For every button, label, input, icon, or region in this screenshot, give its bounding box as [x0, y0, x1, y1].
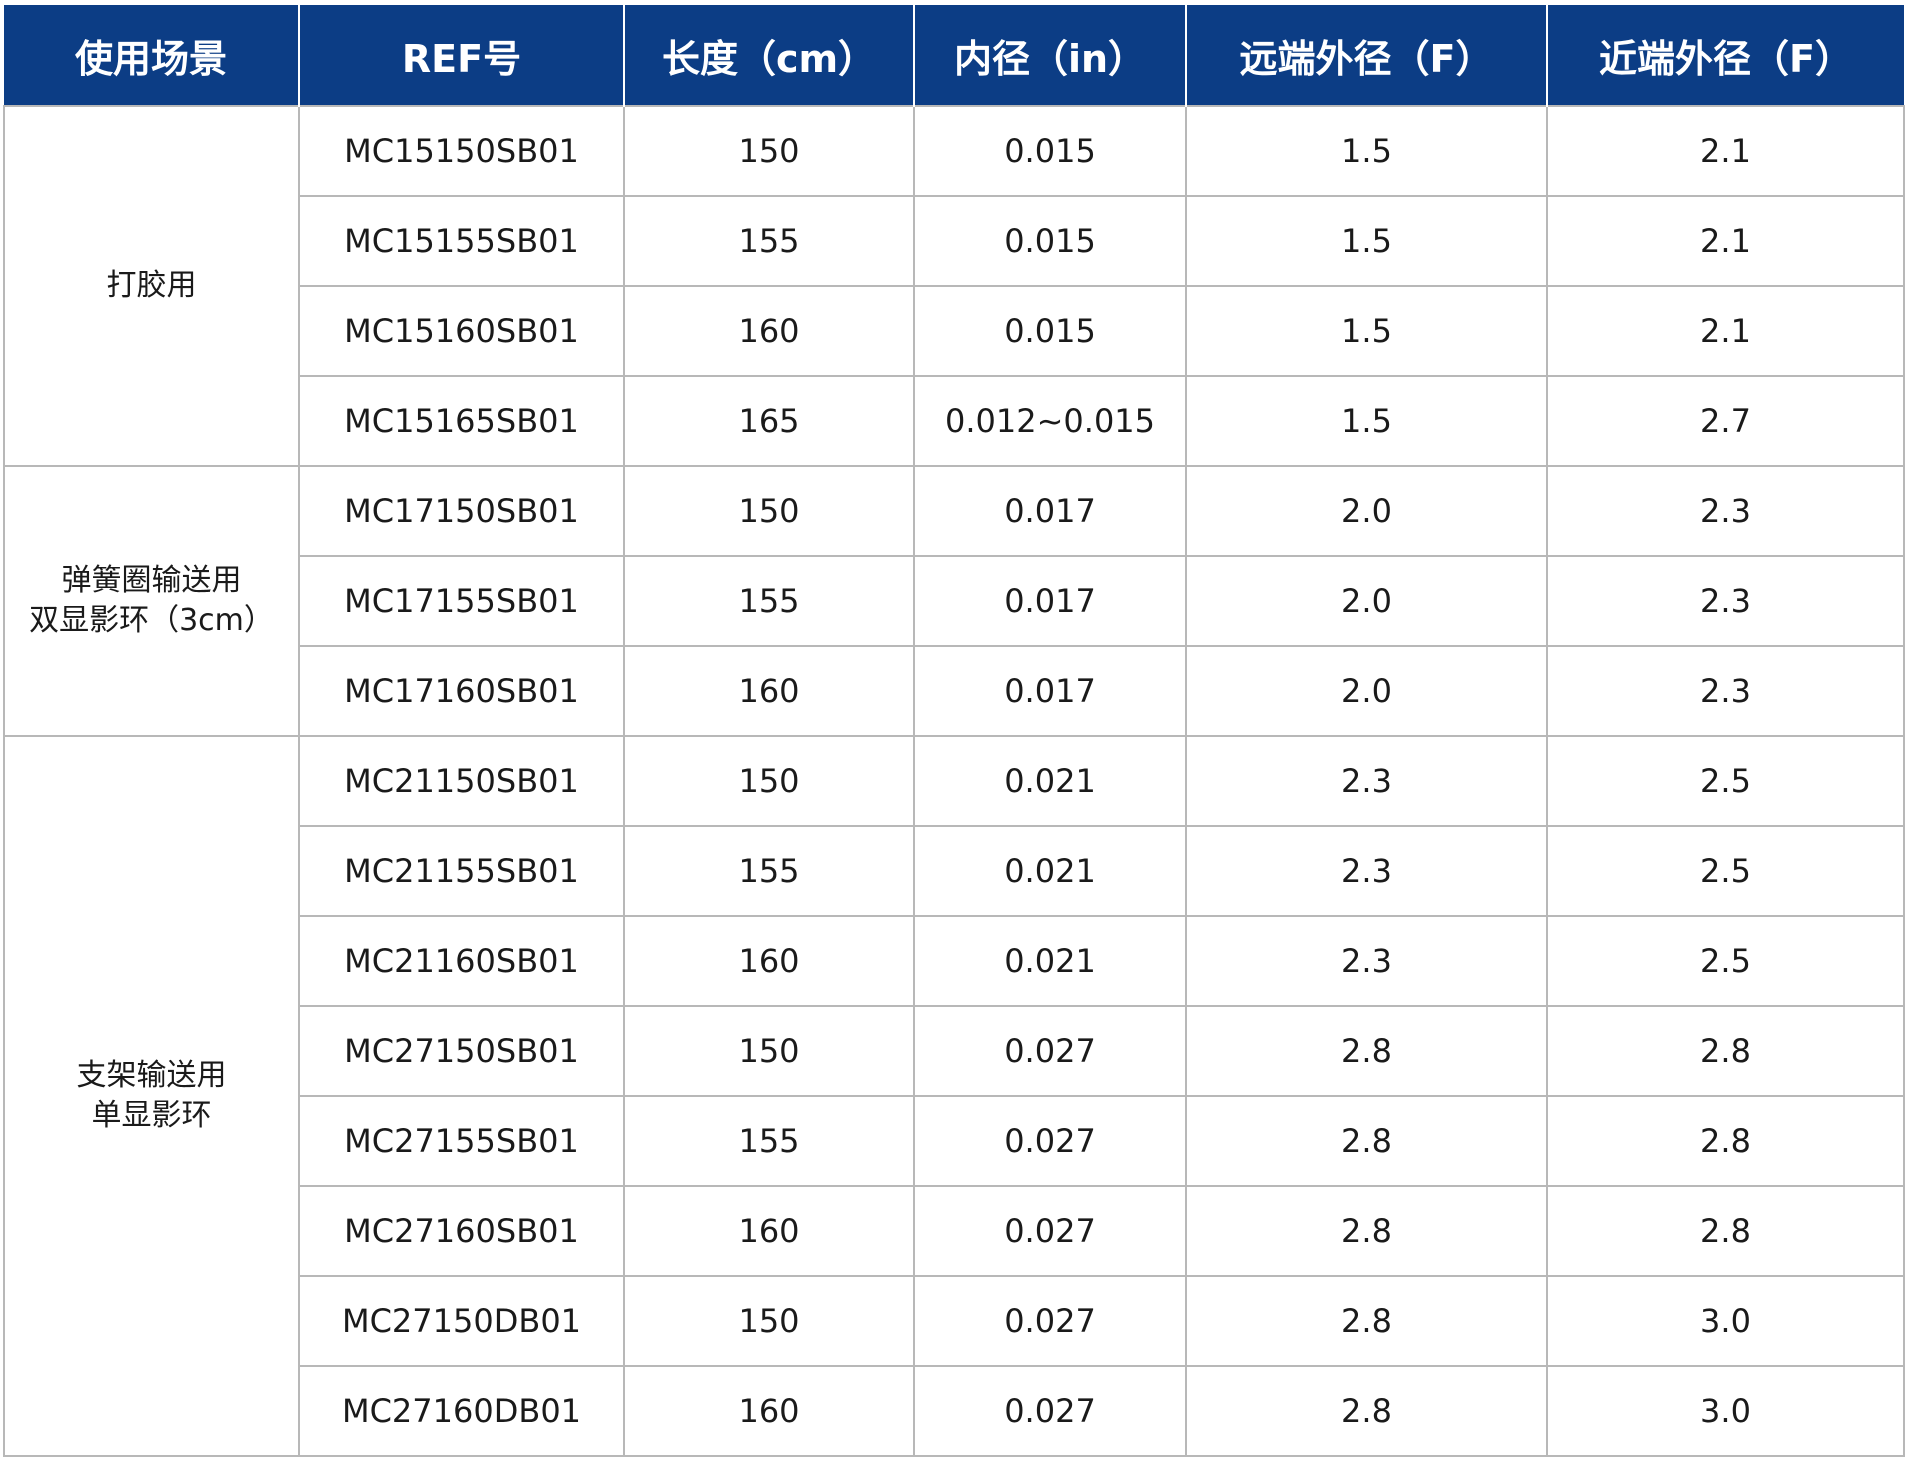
header-row: 使用场景 REF号 长度（cm） 内径（in） 远端外径（F） 近端外径（F）: [4, 5, 1904, 106]
proximal-od-cell: 2.1: [1546, 285, 1905, 377]
inner-diameter-cell: 0.017: [913, 645, 1187, 737]
length-cell: 150: [623, 465, 915, 557]
proximal-od-cell: 2.8: [1546, 1095, 1905, 1187]
proximal-od-cell: 2.5: [1546, 825, 1905, 917]
length-cell: 150: [623, 1275, 915, 1367]
ref-cell: MC27150DB01: [298, 1275, 625, 1367]
distal-od-cell: 2.0: [1185, 555, 1548, 647]
ref-cell: MC17155SB01: [298, 555, 625, 647]
ref-cell: MC17160SB01: [298, 645, 625, 737]
inner-diameter-cell: 0.021: [913, 735, 1187, 827]
proximal-od-cell: 2.7: [1546, 375, 1905, 467]
length-cell: 160: [623, 285, 915, 377]
inner-diameter-cell: 0.015: [913, 285, 1187, 377]
scene-cell: 支架输送用 单显影环: [3, 735, 300, 1457]
ref-cell: MC21155SB01: [298, 825, 625, 917]
length-cell: 155: [623, 195, 915, 287]
distal-od-cell: 2.3: [1185, 735, 1548, 827]
proximal-od-cell: 2.8: [1546, 1005, 1905, 1097]
table-row: 支架输送用 单显影环 MC21150SB01 150 0.021 2.3 2.5: [3, 735, 1905, 1457]
length-cell: 160: [623, 1365, 915, 1457]
distal-od-cell: 2.3: [1185, 915, 1548, 1007]
proximal-od-cell: 2.1: [1546, 105, 1905, 197]
inner-diameter-cell: 0.015: [913, 195, 1187, 287]
header-proximal-od: 近端外径（F）: [1546, 5, 1904, 106]
ref-cell: MC15160SB01: [298, 285, 625, 377]
scene-line: 支架输送用: [76, 1058, 227, 1093]
table-header: 使用场景 REF号 长度（cm） 内径（in） 远端外径（F） 近端外径（F）: [4, 5, 1904, 106]
ref-cell: MC27160DB01: [298, 1365, 625, 1457]
scene-line: 双显影环（3cm）: [29, 603, 274, 638]
ref-cell: MC15165SB01: [298, 375, 625, 467]
inner-diameter-cell: 0.021: [913, 915, 1187, 1007]
inner-diameter-cell: 0.027: [913, 1185, 1187, 1277]
distal-od-cell: 1.5: [1185, 195, 1548, 287]
distal-od-cell: 2.0: [1185, 465, 1548, 557]
header-distal-od: 远端外径（F）: [1185, 5, 1548, 106]
distal-od-cell: 2.8: [1185, 1185, 1548, 1277]
inner-diameter-cell: 0.012~0.015: [913, 375, 1187, 467]
inner-diameter-cell: 0.027: [913, 1005, 1187, 1097]
scene-line: 打胶用: [106, 268, 197, 303]
distal-od-cell: 1.5: [1185, 285, 1548, 377]
length-cell: 150: [623, 735, 915, 827]
distal-od-cell: 2.8: [1185, 1275, 1548, 1367]
inner-diameter-cell: 0.027: [913, 1275, 1187, 1367]
scene-line: 弹簧圈输送用: [61, 563, 242, 598]
ref-cell: MC17150SB01: [298, 465, 625, 557]
proximal-od-cell: 3.0: [1546, 1275, 1905, 1367]
header-scene: 使用场景: [4, 5, 300, 106]
scene-line: 单显影环: [91, 1098, 212, 1133]
length-cell: 155: [623, 825, 915, 917]
proximal-od-cell: 2.3: [1546, 645, 1905, 737]
table-row: 打胶用 MC15150SB01 150 0.015 1.5 2.1: [3, 105, 1905, 467]
scene-cell: 打胶用: [3, 105, 300, 467]
length-cell: 150: [623, 105, 915, 197]
ref-cell: MC15150SB01: [298, 105, 625, 197]
length-cell: 155: [623, 1095, 915, 1187]
proximal-od-cell: 2.1: [1546, 195, 1905, 287]
ref-cell: MC27155SB01: [298, 1095, 625, 1187]
spec-table: 使用场景 REF号 长度（cm） 内径（in） 远端外径（F） 近端外径（F） …: [3, 5, 1905, 1457]
inner-diameter-cell: 0.015: [913, 105, 1187, 197]
distal-od-cell: 2.3: [1185, 825, 1548, 917]
length-cell: 160: [623, 915, 915, 1007]
proximal-od-cell: 2.3: [1546, 465, 1905, 557]
inner-diameter-cell: 0.027: [913, 1095, 1187, 1187]
inner-diameter-cell: 0.017: [913, 555, 1187, 647]
length-cell: 150: [623, 1005, 915, 1097]
distal-od-cell: 2.8: [1185, 1095, 1548, 1187]
inner-diameter-cell: 0.021: [913, 825, 1187, 917]
ref-cell: MC27160SB01: [298, 1185, 625, 1277]
distal-od-cell: 2.8: [1185, 1005, 1548, 1097]
header-length: 长度（cm）: [623, 5, 915, 106]
length-cell: 165: [623, 375, 915, 467]
inner-diameter-cell: 0.027: [913, 1365, 1187, 1457]
proximal-od-cell: 3.0: [1546, 1365, 1905, 1457]
table-body: 打胶用 MC15150SB01 150 0.015 1.5 2.1 MC15155SB01 1…: [3, 105, 1905, 1457]
proximal-od-cell: 2.5: [1546, 735, 1905, 827]
ref-cell: MC21160SB01: [298, 915, 625, 1007]
header-inner-diameter: 内径（in）: [913, 5, 1187, 106]
ref-cell: MC27150SB01: [298, 1005, 625, 1097]
distal-od-cell: 2.8: [1185, 1365, 1548, 1457]
distal-od-cell: 2.0: [1185, 645, 1548, 737]
proximal-od-cell: 2.3: [1546, 555, 1905, 647]
length-cell: 160: [623, 645, 915, 737]
inner-diameter-cell: 0.017: [913, 465, 1187, 557]
length-cell: 155: [623, 555, 915, 647]
proximal-od-cell: 2.5: [1546, 915, 1905, 1007]
table-row: 弹簧圈输送用 双显影环（3cm） MC17150SB01 150 0.017 2.0 2.3: [3, 465, 1905, 737]
distal-od-cell: 1.5: [1185, 375, 1548, 467]
ref-cell: MC21150SB01: [298, 735, 625, 827]
ref-cell: MC15155SB01: [298, 195, 625, 287]
length-cell: 160: [623, 1185, 915, 1277]
proximal-od-cell: 2.8: [1546, 1185, 1905, 1277]
header-ref: REF号: [298, 5, 625, 106]
scene-cell: 弹簧圈输送用 双显影环（3cm）: [3, 465, 300, 737]
distal-od-cell: 1.5: [1185, 105, 1548, 197]
